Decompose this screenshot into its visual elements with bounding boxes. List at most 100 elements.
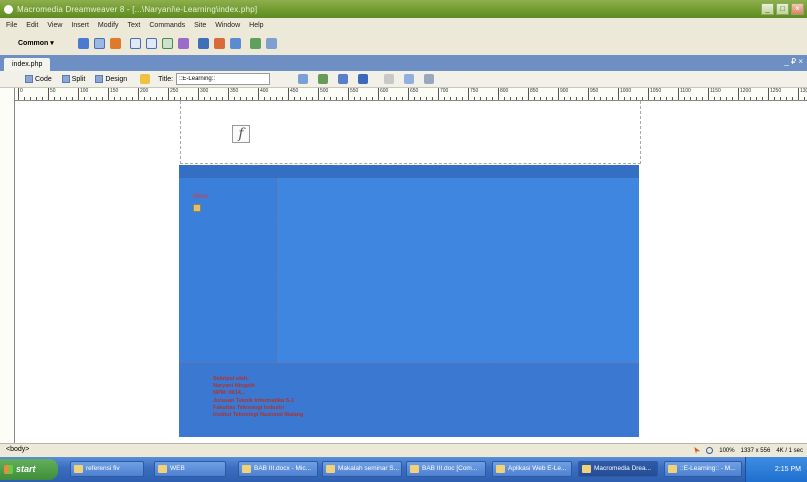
ruler-tick (312, 97, 313, 100)
hyperlink-icon[interactable] (77, 37, 89, 49)
menu-help[interactable]: Help (249, 22, 263, 29)
split-view-button[interactable]: Split (59, 74, 89, 84)
ruler-tick (702, 97, 703, 100)
zoom-level[interactable]: 100% (719, 448, 734, 454)
ruler-tick (366, 97, 367, 100)
flash-placeholder-icon[interactable]: f (232, 125, 250, 143)
refresh-icon[interactable] (338, 74, 349, 84)
menu-view[interactable]: View (47, 22, 62, 29)
ruler-tick (528, 88, 529, 100)
ruler-tick (726, 97, 727, 100)
head-icon[interactable] (229, 37, 241, 49)
ruler-tick (78, 88, 79, 100)
ruler-tick (738, 88, 739, 100)
ruler-tick (234, 97, 235, 100)
main-content-area[interactable] (277, 178, 639, 363)
window-controls: _ □ × (761, 3, 804, 15)
taskbar-item[interactable]: referensi fiv (70, 461, 144, 477)
browser-check-icon[interactable] (404, 74, 415, 84)
window-size[interactable]: 1337 x 556 (741, 448, 771, 454)
design-view-button[interactable]: Design (92, 74, 130, 84)
file-management-icon[interactable] (298, 74, 309, 84)
ruler-tick (126, 97, 127, 100)
live-data-icon[interactable] (140, 74, 151, 84)
ruler-label: 600 (380, 88, 389, 94)
taskbar-item[interactable]: BAB III.doc [Com... (406, 461, 486, 477)
menu-file[interactable]: File (6, 22, 17, 29)
menu-site[interactable]: Site (194, 22, 206, 29)
clock[interactable]: 2:15 PM (775, 466, 801, 473)
menu-window[interactable]: Window (215, 22, 240, 29)
email-link-icon[interactable] (93, 37, 105, 49)
ruler-tick (786, 97, 787, 100)
minimize-button[interactable]: _ (761, 3, 774, 15)
design-canvas[interactable]: f Menu Sekripsi oleh: Naryani Ningsih NP… (15, 101, 807, 443)
ruler-tick (408, 88, 409, 100)
footer-region[interactable]: Sekripsi oleh: Naryani Ningsih NPM: 0614… (179, 363, 639, 437)
document-window-controls[interactable]: _ ₽ × (784, 57, 803, 66)
ruler-tick (210, 97, 211, 100)
taskbar-item[interactable]: ::E-Learning:: - M... (664, 461, 742, 477)
layer-icon[interactable] (145, 37, 157, 49)
ruler-tick (354, 97, 355, 100)
ruler-tick (288, 88, 289, 100)
ruler-label: 900 (560, 88, 569, 94)
ruler-tick (114, 97, 115, 100)
zoom-tool-icon[interactable] (706, 447, 714, 454)
ruler-tick (150, 97, 151, 100)
named-anchor-icon[interactable] (109, 37, 121, 49)
ruler-label: 350 (230, 88, 239, 94)
page-layout: Menu Sekripsi oleh: Naryani Ningsih NPM:… (179, 165, 639, 437)
insert-category-dropdown[interactable]: Common (18, 39, 54, 47)
ruler-tick (450, 97, 451, 100)
visual-aids-icon[interactable] (424, 74, 435, 84)
page-title-field: Title: (158, 73, 271, 85)
menu-modify[interactable]: Modify (98, 22, 119, 29)
preview-browser-icon[interactable] (318, 74, 329, 84)
ruler-tick (426, 97, 427, 100)
maximize-button[interactable]: □ (776, 3, 789, 15)
taskbar-item[interactable]: Makalah seminar S... (322, 461, 402, 477)
image-icon[interactable] (161, 37, 173, 49)
taskbar-item[interactable]: Aplikasi Web E-Le... (492, 461, 572, 477)
sidebar-column[interactable]: Menu (179, 178, 277, 363)
ruler-tick (720, 97, 721, 100)
ruler-tick (168, 88, 169, 100)
taskbar-item[interactable]: WEB (154, 461, 226, 477)
taskbar-item-active[interactable]: Macromedia Drea... (578, 461, 658, 477)
menu-commands[interactable]: Commands (149, 22, 185, 29)
close-button[interactable]: × (791, 3, 804, 15)
taskbar-item[interactable]: BAB III.docx - Mic... (238, 461, 318, 477)
ruler-tick (390, 97, 391, 100)
validate-icon[interactable] (384, 74, 395, 84)
ruler-tick (732, 97, 733, 100)
ruler-tick (552, 97, 553, 100)
ruler-tick (270, 97, 271, 100)
tab-index-php[interactable]: index.php (4, 58, 51, 71)
ruler-label: 300 (200, 88, 209, 94)
view-options-icon[interactable] (358, 74, 369, 84)
table-icon[interactable] (129, 37, 141, 49)
page-title-input[interactable] (176, 73, 271, 85)
ruler-label: 500 (320, 88, 329, 94)
template-icon[interactable] (265, 37, 277, 49)
ruler-tick (444, 97, 445, 100)
document-tab-strip: index.php _ ₽ × (0, 55, 807, 71)
ruler-tick (198, 88, 199, 100)
code-view-button[interactable]: Code (22, 74, 55, 84)
start-button[interactable]: start (0, 459, 58, 480)
tag-selector-body[interactable]: <body> (6, 446, 29, 453)
sidebar-image-placeholder[interactable] (193, 204, 201, 212)
script-icon[interactable] (249, 37, 261, 49)
menu-insert[interactable]: Insert (71, 22, 89, 29)
ruler-tick (744, 97, 745, 100)
ruler-tick (282, 97, 283, 100)
comment-icon[interactable] (213, 37, 225, 49)
pointer-tool-icon[interactable] (694, 447, 701, 454)
ruler-tick (516, 97, 517, 100)
ruler-tick (756, 97, 757, 100)
menu-edit[interactable]: Edit (26, 22, 38, 29)
menu-text[interactable]: Text (128, 22, 141, 29)
date-icon[interactable] (197, 37, 209, 49)
media-icon[interactable] (177, 37, 189, 49)
